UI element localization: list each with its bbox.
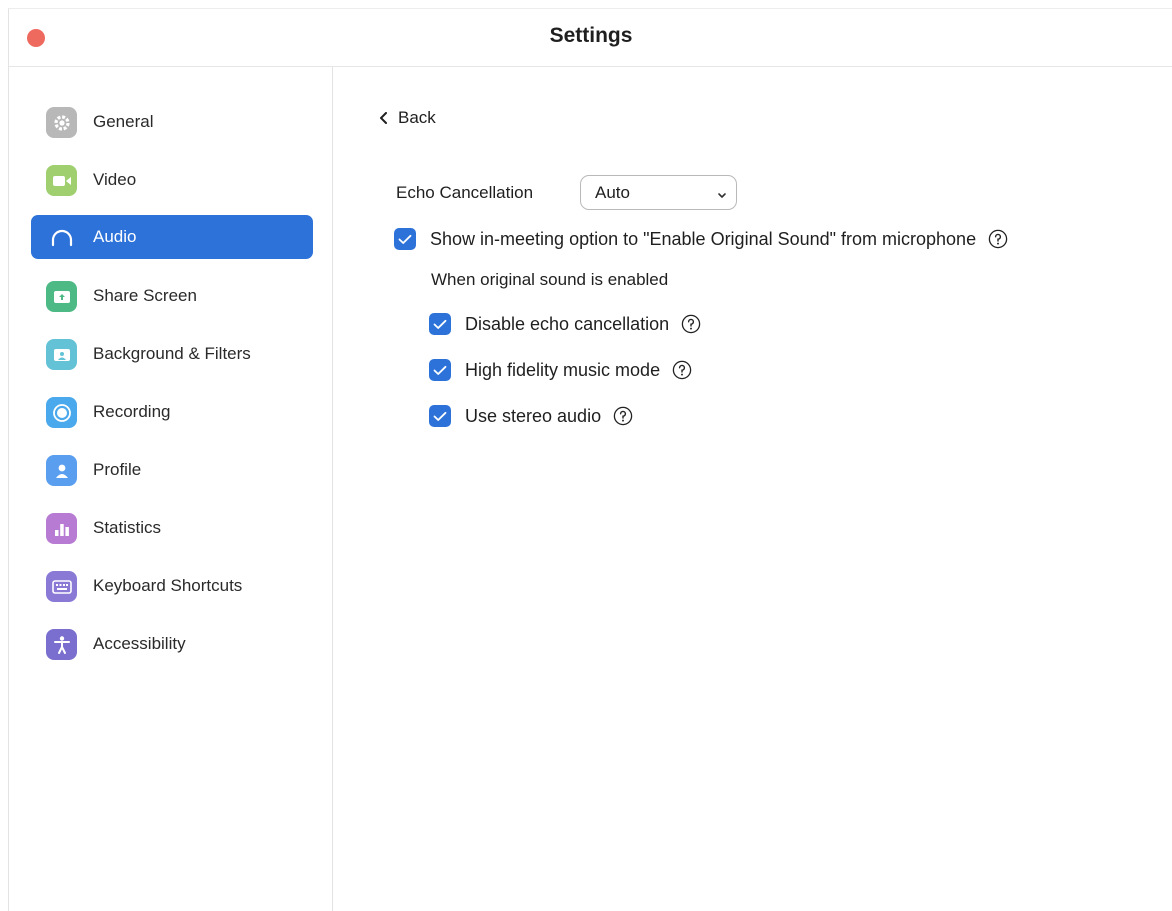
- sidebar-item-audio[interactable]: Audio: [31, 215, 313, 259]
- statistics-icon: [46, 513, 77, 544]
- sidebar-item-general[interactable]: General: [31, 100, 313, 144]
- original-sound-option-row: Show in-meeting option to "Enable Origin…: [394, 228, 1008, 250]
- disable-echo-cancellation-label: Disable echo cancellation: [465, 313, 670, 334]
- accessibility-icon: [46, 629, 77, 660]
- settings-window: Settings General Video Audio Share Scree…: [8, 8, 1172, 911]
- chevron-left-icon: [379, 112, 388, 124]
- back-label: Back: [398, 108, 436, 127]
- sidebar-item-label: Recording: [93, 402, 171, 421]
- high-fidelity-music-label: High fidelity music mode: [465, 359, 661, 380]
- background-icon: [46, 339, 77, 370]
- title-bar: Settings: [9, 9, 1172, 67]
- keyboard-icon: [46, 571, 77, 602]
- back-button[interactable]: Back: [379, 108, 436, 128]
- window-title: Settings: [549, 24, 633, 47]
- help-icon[interactable]: [672, 360, 692, 380]
- original-sound-checkbox[interactable]: [394, 228, 416, 250]
- sidebar-item-label: Background & Filters: [93, 344, 251, 363]
- sidebar-item-label: Statistics: [93, 518, 162, 537]
- disable-echo-cancellation-row: Disable echo cancellation: [429, 313, 701, 335]
- headphones-icon: [46, 222, 77, 253]
- original-sound-label: Show in-meeting option to "Enable Origin…: [430, 228, 977, 249]
- disable-echo-cancellation-checkbox[interactable]: [429, 313, 451, 335]
- help-icon[interactable]: [681, 314, 701, 334]
- gear-icon: [46, 107, 77, 138]
- share-screen-icon: [46, 281, 77, 312]
- help-icon[interactable]: [613, 406, 633, 426]
- sidebar-item-video[interactable]: Video: [31, 158, 313, 202]
- stereo-audio-row: Use stereo audio: [429, 405, 633, 427]
- sidebar-item-label: Video: [93, 170, 137, 189]
- audio-settings-panel: Back Echo Cancellation Auto Show in-meet…: [334, 67, 1172, 911]
- original-sound-subheading: When original sound is enabled: [431, 270, 669, 289]
- high-fidelity-music-row: High fidelity music mode: [429, 359, 692, 381]
- sidebar-item-label: Share Screen: [93, 286, 197, 305]
- echo-cancellation-select[interactable]: Auto: [580, 175, 737, 210]
- recording-icon: [46, 397, 77, 428]
- sidebar-item-profile[interactable]: Profile: [31, 448, 313, 492]
- profile-icon: [46, 455, 77, 486]
- sidebar-item-label: Audio: [93, 227, 137, 246]
- settings-sidebar: General Video Audio Share Screen Backgro…: [9, 67, 333, 911]
- stereo-audio-checkbox[interactable]: [429, 405, 451, 427]
- chevron-down-icon: [717, 187, 727, 205]
- sidebar-item-share-screen[interactable]: Share Screen: [31, 274, 313, 318]
- stereo-audio-label: Use stereo audio: [465, 405, 602, 426]
- sidebar-item-background-filters[interactable]: Background & Filters: [31, 332, 313, 376]
- sidebar-item-accessibility[interactable]: Accessibility: [31, 622, 313, 666]
- sidebar-item-keyboard-shortcuts[interactable]: Keyboard Shortcuts: [31, 564, 313, 608]
- echo-cancellation-value: Auto: [595, 183, 630, 202]
- video-camera-icon: [46, 165, 77, 196]
- sidebar-item-label: Keyboard Shortcuts: [93, 576, 243, 595]
- sidebar-item-label: General: [93, 112, 154, 131]
- echo-cancellation-label: Echo Cancellation: [396, 183, 534, 202]
- high-fidelity-music-checkbox[interactable]: [429, 359, 451, 381]
- sidebar-item-statistics[interactable]: Statistics: [31, 506, 313, 550]
- sidebar-item-label: Profile: [93, 460, 142, 479]
- sidebar-item-recording[interactable]: Recording: [31, 390, 313, 434]
- sidebar-item-label: Accessibility: [93, 634, 186, 653]
- help-icon[interactable]: [988, 229, 1008, 249]
